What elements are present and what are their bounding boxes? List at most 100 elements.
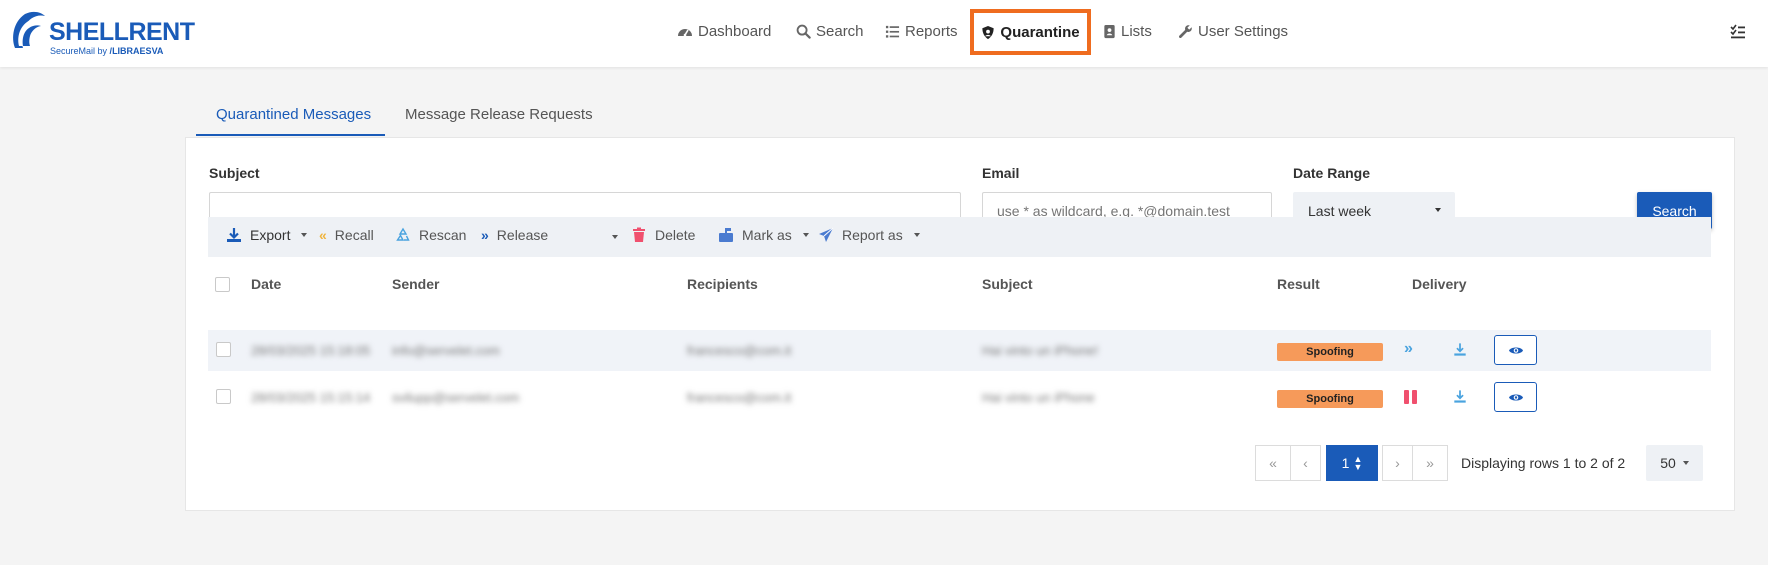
tab-message-release-requests[interactable]: Message Release Requests bbox=[405, 106, 593, 123]
chevron-down-icon bbox=[1435, 208, 1441, 212]
download-message-icon[interactable] bbox=[1453, 389, 1467, 404]
contact-book-icon bbox=[1104, 24, 1115, 39]
page-size-select[interactable]: 50 bbox=[1646, 445, 1703, 481]
prev-page-button[interactable]: ‹ bbox=[1290, 445, 1321, 481]
nav-user-settings[interactable]: User Settings bbox=[1178, 23, 1288, 40]
menu-toggle-icon[interactable] bbox=[1730, 24, 1746, 40]
row-sender: svilupp@servelet.com bbox=[392, 390, 520, 405]
rescan-label: Rescan bbox=[419, 227, 467, 243]
release-button[interactable]: » Release bbox=[481, 227, 548, 243]
list-icon bbox=[885, 25, 900, 38]
active-tab-underline bbox=[196, 134, 385, 136]
mark-as-label: Mark as bbox=[742, 227, 792, 243]
recall-label: Recall bbox=[334, 227, 374, 243]
recycle-icon bbox=[396, 227, 410, 241]
nav-lists-label: Lists bbox=[1121, 23, 1152, 40]
next-page-button[interactable]: › bbox=[1382, 445, 1413, 481]
select-all-checkbox[interactable] bbox=[215, 277, 230, 292]
caret-down-icon bbox=[802, 233, 809, 237]
table-header: Date Sender Recipients Subject Result De… bbox=[208, 266, 1711, 302]
report-as-button[interactable]: Report as bbox=[818, 227, 920, 243]
row-recipients: francesco@com.it bbox=[687, 390, 792, 405]
column-result[interactable]: Result bbox=[1277, 276, 1320, 292]
nav-search[interactable]: Search bbox=[796, 23, 864, 40]
column-sender[interactable]: Sender bbox=[392, 276, 439, 292]
view-message-button[interactable] bbox=[1494, 382, 1537, 412]
delete-label: Delete bbox=[655, 227, 696, 243]
date-range-label: Date Range bbox=[1293, 165, 1371, 181]
result-badge: Spoofing bbox=[1277, 343, 1383, 361]
wrench-icon bbox=[1178, 25, 1192, 39]
mark-as-button[interactable]: Mark as bbox=[718, 227, 809, 243]
caret-down-icon bbox=[1682, 461, 1689, 465]
brand-name: SHELLRENT bbox=[49, 18, 195, 46]
row-checkbox[interactable] bbox=[216, 389, 231, 404]
rescan-button[interactable]: Rescan bbox=[395, 227, 466, 243]
sort-icon: ▲ ▼ bbox=[1353, 454, 1363, 472]
table-row[interactable]: 28/03/2025 15:15:14 svilupp@servelet.com… bbox=[208, 377, 1711, 418]
export-button[interactable]: Export bbox=[226, 227, 308, 243]
caret-down-icon bbox=[913, 233, 920, 237]
row-date: 28/03/2025 15:18:05 bbox=[251, 343, 371, 358]
eye-icon bbox=[1508, 394, 1523, 400]
brand-tagline: SecureMail by /LIBRAESVA bbox=[50, 46, 164, 56]
nav-dashboard[interactable]: Dashboard bbox=[677, 23, 771, 40]
forwarded-icon: » bbox=[1404, 340, 1413, 357]
caret-down-icon bbox=[612, 235, 618, 239]
view-message-button[interactable] bbox=[1494, 335, 1537, 365]
shield-icon bbox=[982, 25, 995, 39]
mailbox-icon bbox=[719, 228, 733, 242]
column-subject[interactable]: Subject bbox=[982, 276, 1033, 292]
column-recipients[interactable]: Recipients bbox=[687, 276, 758, 292]
tagline-brand: LIBRAESVA bbox=[112, 46, 164, 56]
logo-mark-icon bbox=[13, 11, 45, 48]
row-checkbox[interactable] bbox=[216, 342, 231, 357]
row-date: 28/03/2025 15:15:14 bbox=[251, 390, 371, 405]
eye-icon bbox=[1508, 347, 1523, 353]
result-badge: Spoofing bbox=[1277, 390, 1383, 408]
download-message-icon[interactable] bbox=[1453, 342, 1467, 357]
tagline-prefix: SecureMail by bbox=[50, 46, 108, 56]
release-label: Release bbox=[496, 227, 549, 243]
column-delivery: Delivery bbox=[1412, 276, 1467, 292]
delete-button[interactable]: Delete bbox=[631, 227, 695, 243]
release-icon: » bbox=[481, 227, 489, 243]
first-page-button[interactable]: « bbox=[1255, 445, 1291, 481]
nav-reports-label: Reports bbox=[905, 23, 958, 40]
nav-search-label: Search bbox=[816, 23, 864, 40]
top-navbar: SHELLRENT SecureMail by /LIBRAESVA Dashb… bbox=[0, 0, 1768, 67]
double-chevron-right-icon: » bbox=[1426, 455, 1434, 471]
release-dropdown-toggle[interactable] bbox=[609, 235, 618, 239]
nav-quarantine-label: Quarantine bbox=[1000, 23, 1080, 41]
shellrent-logo[interactable]: SHELLRENT SecureMail by /LIBRAESVA bbox=[9, 6, 199, 58]
page-select[interactable]: 1 ▲ ▼ bbox=[1326, 445, 1378, 481]
action-toolbar: Export « Recall Rescan » Release Delete … bbox=[208, 217, 1711, 257]
chevron-left-icon: ‹ bbox=[1303, 455, 1308, 471]
paused-icon bbox=[1404, 390, 1417, 404]
nav-reports[interactable]: Reports bbox=[885, 23, 958, 40]
table-row[interactable]: 28/03/2025 15:18:05 info@servelet.com fr… bbox=[208, 330, 1711, 371]
report-as-label: Report as bbox=[842, 227, 903, 243]
trash-icon bbox=[633, 227, 645, 242]
nav-lists[interactable]: Lists bbox=[1103, 23, 1152, 40]
paper-plane-icon bbox=[819, 227, 834, 242]
pagination-info: Displaying rows 1 to 2 of 2 bbox=[1461, 455, 1626, 471]
recall-button[interactable]: « Recall bbox=[319, 227, 374, 243]
chevron-right-icon: › bbox=[1395, 455, 1400, 471]
dashboard-icon bbox=[678, 28, 692, 36]
column-date[interactable]: Date bbox=[251, 276, 281, 292]
tab-quarantined-messages[interactable]: Quarantined Messages bbox=[216, 106, 371, 123]
recall-icon: « bbox=[319, 227, 327, 243]
export-label: Export bbox=[250, 227, 291, 243]
row-recipients: francesco@com.it bbox=[687, 343, 792, 358]
double-chevron-left-icon: « bbox=[1269, 455, 1277, 471]
row-subject: Hai vinto un iPhone bbox=[982, 390, 1095, 405]
nav-dashboard-label: Dashboard bbox=[698, 23, 772, 40]
nav-quarantine[interactable]: Quarantine bbox=[970, 9, 1091, 55]
email-label: Email bbox=[982, 165, 1020, 181]
last-page-button[interactable]: » bbox=[1412, 445, 1448, 481]
page-size-value: 50 bbox=[1660, 455, 1676, 471]
quarantine-panel: Subject Email Date Range Last week Searc… bbox=[185, 137, 1735, 511]
row-sender: info@servelet.com bbox=[392, 343, 500, 358]
caret-down-icon bbox=[301, 233, 308, 237]
